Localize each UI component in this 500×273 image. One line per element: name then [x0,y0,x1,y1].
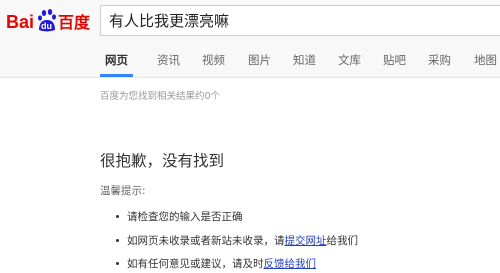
top-header: Bai du 百度 网页 资讯 视频 图片 知道 文库 贴吧 采购 地图 [0,0,500,78]
tab-tieba[interactable]: 贴吧 [383,52,406,68]
tab-zhidao[interactable]: 知道 [293,52,316,68]
tips-title: 温馨提示: [100,185,146,197]
result-count: 百度为您找到相关结果约0个 [100,91,221,102]
tip-item: 如有任何意见或建议，请及时反馈给我们 [116,256,317,271]
search-tabs: 网页 资讯 视频 图片 知道 文库 贴吧 采购 地图 [0,44,500,78]
tab-news[interactable]: 资讯 [157,52,180,68]
tab-purchase[interactable]: 采购 [428,52,451,68]
search-box [100,5,500,36]
active-tab-indicator [100,74,133,77]
baidu-logo[interactable]: Bai du 百度 [6,8,94,34]
tip-text: 如有任何意见或建议，请及时 [127,258,264,270]
tab-wenku[interactable]: 文库 [338,52,361,68]
tip-text: 如网页未收录或者新站未收录，请 [127,235,285,247]
tip-text: 请检查您的输入是否正确 [127,211,243,223]
logo-text-left: Bai [6,12,34,32]
tab-map[interactable]: 地图 [474,52,497,68]
tip-text: 给我们 [326,235,359,247]
tab-images[interactable]: 图片 [248,52,271,68]
feedback-link[interactable]: 反馈给我们 [264,258,317,270]
search-input[interactable] [101,6,500,35]
logo-text-right: 百度 [58,13,91,32]
tip-item: 请检查您的输入是否正确 [116,209,243,224]
submit-url-link[interactable]: 提交网址 [285,235,327,247]
tip-item: 如网页未收录或者新站未收录，请提交网址给我们 [116,233,359,248]
no-result-title: 很抱歉，没有找到 [100,152,225,170]
logo-paw-text: du [41,21,52,31]
tab-video[interactable]: 视频 [202,52,225,68]
tab-web[interactable]: 网页 [105,52,128,68]
